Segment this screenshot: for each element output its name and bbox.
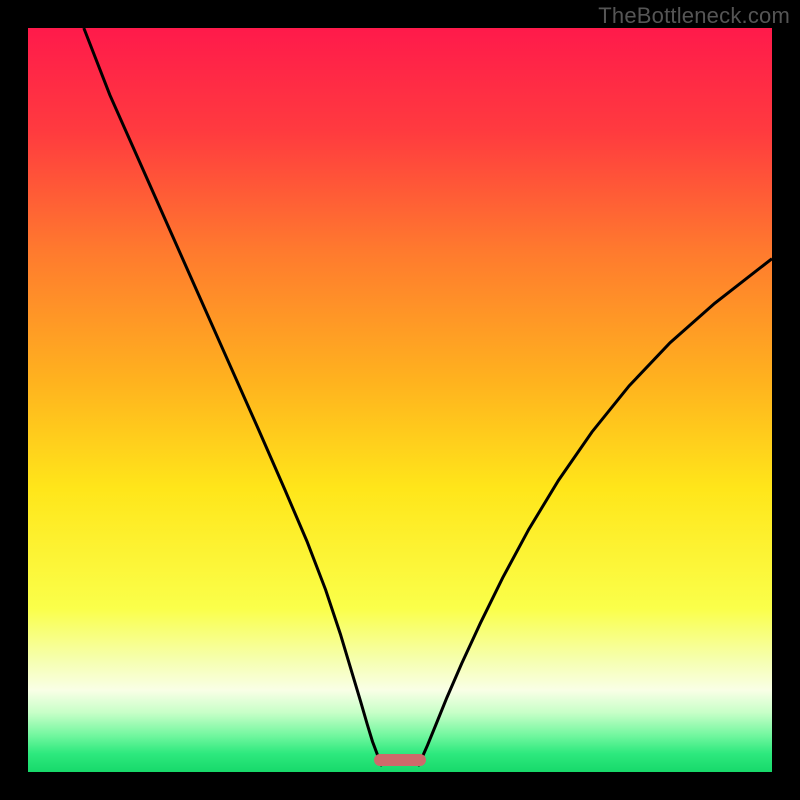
left-curve-path (84, 28, 382, 766)
watermark-text: TheBottleneck.com (598, 3, 790, 29)
bottleneck-marker (374, 754, 426, 766)
plot-area (28, 28, 772, 772)
curves-layer (28, 28, 772, 772)
right-curve-path (418, 259, 772, 766)
